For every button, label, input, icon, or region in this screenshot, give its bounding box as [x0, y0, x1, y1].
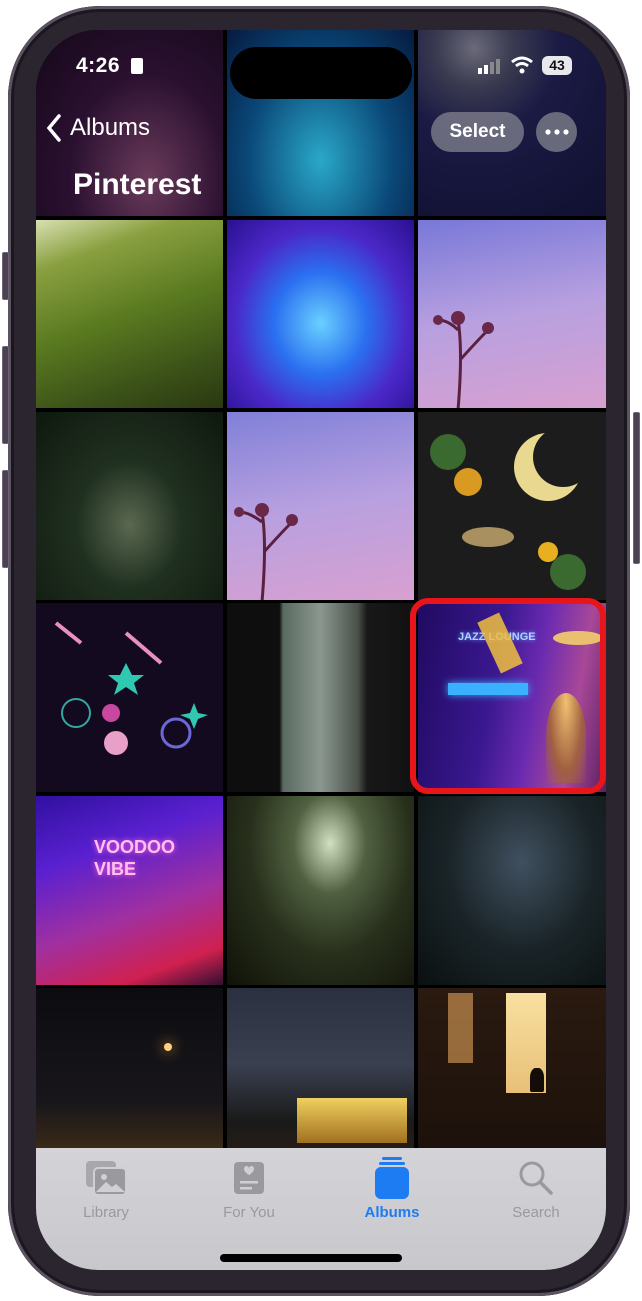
- album-title: Pinterest: [73, 168, 202, 201]
- moon-illustration: [430, 427, 593, 590]
- battery-icon: 43: [542, 56, 572, 75]
- street-lamp: [164, 1043, 172, 1051]
- status-time: 4:26: [76, 54, 121, 77]
- signal-icon: [478, 59, 500, 74]
- window-left: [448, 993, 473, 1063]
- screen: JAZZ LOUNGE VOODOO VIBE 4:26 43 Albums P…: [36, 30, 606, 1270]
- tab-for-you[interactable]: For You: [189, 1158, 309, 1221]
- photo-library-icon: [86, 1161, 127, 1196]
- power-button: [633, 412, 640, 564]
- ellipsis-icon: [544, 129, 569, 135]
- photo-thumbnail[interactable]: [418, 412, 606, 600]
- photo-thumbnail[interactable]: [418, 796, 606, 985]
- photo-thumbnail[interactable]: [227, 796, 414, 985]
- contact-card-icon: [131, 58, 143, 74]
- back-button[interactable]: Albums: [46, 114, 150, 142]
- tab-label: Search: [512, 1204, 560, 1221]
- status-bar: 4:26 43: [36, 30, 606, 100]
- action-button: [2, 252, 9, 300]
- back-label: Albums: [70, 114, 151, 141]
- highlight-box: [410, 598, 606, 794]
- photo-thumbnail[interactable]: [227, 220, 414, 408]
- photo-thumbnail[interactable]: [36, 412, 223, 600]
- select-button[interactable]: Select: [431, 112, 524, 152]
- tab-search[interactable]: Search: [476, 1158, 596, 1221]
- photo-thumbnail[interactable]: [418, 220, 606, 408]
- tab-bar: Library For You Albums Search: [36, 1148, 606, 1270]
- wifi-icon: [511, 56, 533, 74]
- flower-silhouette: [433, 311, 494, 408]
- volume-down-button: [2, 470, 9, 568]
- photo-thumbnail[interactable]: [36, 603, 223, 792]
- photo-thumbnail[interactable]: VOODOO VIBE: [36, 796, 223, 985]
- search-icon: [519, 1161, 553, 1195]
- more-button[interactable]: [536, 112, 577, 152]
- volume-up-button: [2, 346, 9, 444]
- dynamic-island: [230, 47, 412, 99]
- celestial-pattern: [54, 621, 208, 755]
- gas-station-light: [297, 1098, 407, 1143]
- flower-silhouette: [234, 503, 298, 600]
- photo-thumbnail[interactable]: [36, 220, 223, 408]
- photo-thumbnail[interactable]: [227, 603, 414, 792]
- tab-label: For You: [223, 1204, 275, 1221]
- cat-silhouette: [530, 1068, 544, 1092]
- tab-albums[interactable]: Albums: [332, 1157, 452, 1221]
- tab-label: Albums: [364, 1204, 420, 1221]
- photo-thumbnail[interactable]: [227, 412, 414, 600]
- tab-library[interactable]: Library: [46, 1158, 166, 1221]
- for-you-icon: [234, 1162, 264, 1194]
- voodoo-vibe-sign: VOODOO VIBE: [94, 837, 176, 879]
- tab-label: Library: [83, 1204, 129, 1221]
- chevron-left-icon: [46, 114, 61, 142]
- home-indicator[interactable]: [220, 1254, 402, 1262]
- albums-icon: [375, 1157, 409, 1199]
